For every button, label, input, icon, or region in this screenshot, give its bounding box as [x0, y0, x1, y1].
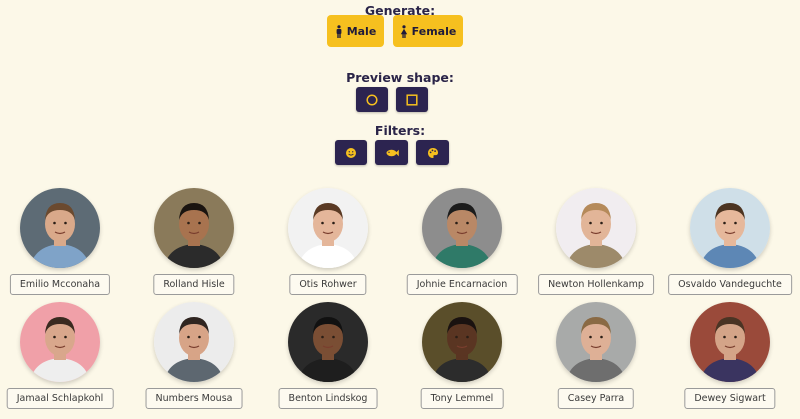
name-tag: Otis Rohwer	[289, 274, 367, 295]
avatar-card[interactable]: Benton Lindskog	[263, 302, 393, 417]
name-tag: Osvaldo Vandeguchte	[668, 274, 792, 295]
avatar-card[interactable]: Johnie Encarnacion	[397, 188, 527, 303]
name-tag: Emilio Mcconaha	[9, 274, 111, 295]
avatar	[422, 188, 502, 268]
avatar	[154, 302, 234, 382]
square-shape-button[interactable]	[396, 87, 428, 112]
female-button[interactable]: Female	[393, 15, 463, 47]
preview-shape-title: Preview shape:	[346, 70, 454, 85]
avatar-card[interactable]: Osvaldo Vandeguchte	[665, 188, 795, 303]
male-label: Male	[346, 24, 377, 38]
avatar	[690, 188, 770, 268]
avatar	[556, 302, 636, 382]
avatar	[20, 188, 100, 268]
palette-icon	[427, 147, 438, 158]
name-tag: Dewey Sigwart	[684, 388, 776, 409]
fish-icon	[386, 149, 399, 156]
female-icon	[400, 24, 407, 38]
avatar-card[interactable]: Casey Parra	[531, 302, 661, 417]
avatar	[422, 302, 502, 382]
male-button[interactable]: Male	[327, 15, 384, 47]
avatar	[154, 188, 234, 268]
avatar-card[interactable]: Tony Lemmel	[397, 302, 527, 417]
avatar	[690, 302, 770, 382]
avatar-card[interactable]: Jamaal Schlapkohl	[0, 302, 125, 417]
palette-filter-button[interactable]	[416, 140, 449, 165]
avatar	[288, 188, 368, 268]
male-icon	[336, 24, 342, 38]
name-tag: Jamaal Schlapkohl	[6, 388, 114, 409]
fish-filter-button[interactable]	[375, 140, 408, 165]
female-label: Female	[411, 24, 457, 38]
name-tag: Benton Lindskog	[278, 388, 378, 409]
avatar	[288, 302, 368, 382]
avatar-card[interactable]: Newton Hollenkamp	[531, 188, 661, 303]
square-icon	[406, 93, 418, 106]
name-tag: Rolland Hisle	[153, 274, 235, 295]
avatar-card[interactable]: Otis Rohwer	[263, 188, 393, 303]
avatar-card[interactable]: Rolland Hisle	[129, 188, 259, 303]
name-tag: Numbers Mousa	[145, 388, 243, 409]
filters-title: Filters:	[374, 123, 426, 138]
avatar	[20, 302, 100, 382]
name-tag: Tony Lemmel	[420, 388, 504, 409]
name-tag: Casey Parra	[557, 388, 635, 409]
avatar-card[interactable]: Emilio Mcconaha	[0, 188, 125, 303]
avatar-card[interactable]: Dewey Sigwart	[665, 302, 795, 417]
avatar	[556, 188, 636, 268]
name-tag: Newton Hollenkamp	[538, 274, 654, 295]
smiley-filter-button[interactable]	[335, 140, 367, 165]
avatar-card[interactable]: Numbers Mousa	[129, 302, 259, 417]
smiley-icon	[346, 147, 356, 158]
name-tag: Johnie Encarnacion	[406, 274, 518, 295]
circle-shape-button[interactable]	[356, 87, 388, 112]
circle-icon	[366, 93, 378, 106]
